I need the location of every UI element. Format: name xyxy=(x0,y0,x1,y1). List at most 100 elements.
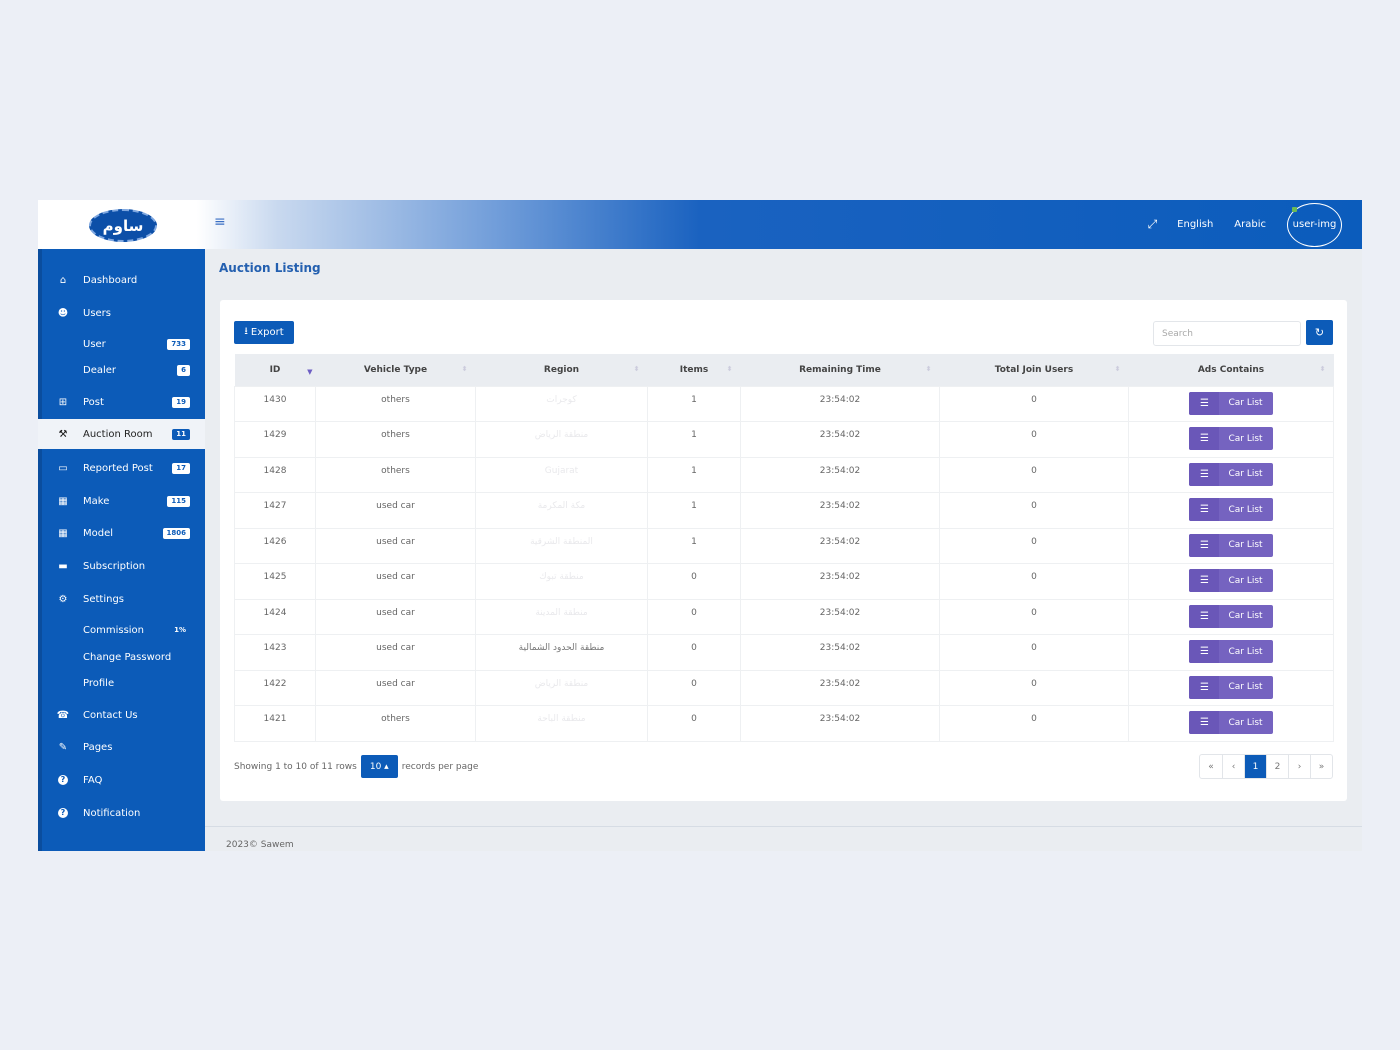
car-list-button[interactable]: ☰ Car List xyxy=(1189,675,1273,699)
car-list-button[interactable]: ☰ Car List xyxy=(1189,462,1273,486)
sidebar-item-notification[interactable]: ? Notification xyxy=(38,798,205,828)
sidebar-item-label: Contact Us xyxy=(83,709,138,721)
sidebar-item-label: User xyxy=(83,338,106,350)
page-button[interactable]: 2 xyxy=(1266,755,1288,778)
user-avatar[interactable]: user-img xyxy=(1287,202,1342,247)
table-row: 1424 used car منطقة المدينة 0 23:54:02 0 ☰ Car … xyxy=(234,598,1334,635)
list-icon: ☰ xyxy=(1189,604,1220,628)
cell-remaining: 23:54:02 xyxy=(740,669,940,706)
car-list-label: Car List xyxy=(1228,646,1263,657)
count-badge: 733 xyxy=(167,338,190,350)
logo[interactable]: ساوم xyxy=(89,209,157,242)
sidebar-item-auction-room[interactable]: ⚒ Auction Room 11 xyxy=(38,419,205,449)
sidebar-item-reported-post[interactable]: ▭ Reported Post 17 xyxy=(38,453,205,483)
car-list-button[interactable]: ☰ Car List xyxy=(1189,498,1273,521)
first-page-button[interactable]: « xyxy=(1200,755,1222,778)
next-page-button[interactable]: › xyxy=(1288,755,1310,778)
car-list-label: Car List xyxy=(1228,611,1263,621)
footer-divider xyxy=(205,826,1362,827)
cell-vehicle-type: used car xyxy=(315,634,476,671)
column-header[interactable]: Remaining Time ⬍ xyxy=(740,354,940,386)
language-english[interactable]: English xyxy=(1177,219,1213,230)
cell-joined: 0 xyxy=(939,563,1129,600)
cell-vehicle-type: used car xyxy=(315,492,476,529)
column-header[interactable]: ID ▼ xyxy=(234,354,316,386)
column-header[interactable]: Total Join Users ⬍ xyxy=(939,354,1129,386)
cell-remaining: 23:54:02 xyxy=(740,634,940,671)
car-list-button[interactable]: ☰ Car List xyxy=(1189,533,1273,557)
car-list-button[interactable]: ☰ Car List xyxy=(1189,711,1273,734)
cell-remaining: 23:54:02 xyxy=(740,705,940,742)
sort-icon[interactable]: ⬍ xyxy=(926,365,932,373)
cell-actions: ☰ Car List xyxy=(1128,598,1334,635)
table-row: 1426 used car المنطقة الشرقية 1 23:54:02 0 ☰ Ca… xyxy=(234,527,1334,564)
sort-icon[interactable]: ⬍ xyxy=(1320,365,1326,373)
sort-icon[interactable]: ⬍ xyxy=(634,365,640,373)
sidebar-item-contact-us[interactable]: ☎ Contact Us xyxy=(38,700,205,730)
cell-joined: 0 xyxy=(939,527,1129,564)
refresh-icon: ↻ xyxy=(1314,326,1325,339)
list-icon: ☰ xyxy=(1189,533,1220,557)
car-list-button[interactable]: ☰ Car List xyxy=(1189,640,1273,663)
sidebar-item-label: Reported Post xyxy=(83,462,153,474)
sidebar-item-post[interactable]: ⊞ Post 19 xyxy=(38,387,205,417)
per-page-suffix: records per page xyxy=(401,761,479,772)
gear-icon: ⚙ xyxy=(58,593,68,605)
sidebar-item-commission[interactable]: Commission 1% xyxy=(38,615,205,645)
cell-vehicle-type: others xyxy=(315,456,476,493)
column-header[interactable]: Vehicle Type ⬍ xyxy=(315,354,476,386)
cell-joined: 0 xyxy=(939,634,1129,671)
credit-card-icon: ▬ xyxy=(58,560,68,572)
list-icon: ☰ xyxy=(1189,569,1220,592)
sort-icon[interactable]: ⬍ xyxy=(727,365,733,373)
table-row: 1428 others Gujarat 1 23:54:02 0 ☰ Car List xyxy=(234,456,1334,493)
phone-icon: ☎ xyxy=(56,709,70,721)
sidebar-item-profile[interactable]: Profile xyxy=(38,668,205,698)
cell-region: منطقة المدينة xyxy=(475,598,648,635)
fullscreen-icon[interactable]: ⤢ xyxy=(1148,217,1158,232)
sidebar-item-model[interactable]: ▦ Model 1806 xyxy=(38,518,205,548)
sidebar-item-faq[interactable]: ? FAQ xyxy=(38,765,205,795)
sidebar-item-pages[interactable]: ✎ Pages xyxy=(38,732,205,762)
column-header[interactable]: Ads Contains ⬍ xyxy=(1128,354,1334,386)
sort-desc-icon[interactable]: ▼ xyxy=(307,368,312,376)
sidebar-item-label: Model xyxy=(83,527,114,539)
car-list-button[interactable]: ☰ Car List xyxy=(1189,604,1273,628)
car-list-button[interactable]: ☰ Car List xyxy=(1189,391,1273,415)
download-icon: ⭳ xyxy=(244,326,248,337)
list-icon: ☰ xyxy=(1189,462,1220,486)
hamburger-icon[interactable]: ≡ xyxy=(214,214,226,230)
sort-icon[interactable]: ⬍ xyxy=(462,365,468,373)
column-header[interactable]: Region ⬍ xyxy=(475,354,648,386)
sidebar-item-label: Profile xyxy=(83,677,115,689)
prev-page-button[interactable]: ‹ xyxy=(1222,755,1244,778)
sort-icon[interactable]: ⬍ xyxy=(1115,365,1121,373)
sidebar-item-dashboard[interactable]: ⌂ Dashboard xyxy=(38,265,205,295)
sidebar-item-subscription[interactable]: ▬ Subscription xyxy=(38,551,205,581)
last-page-button[interactable]: » xyxy=(1310,755,1332,778)
refresh-button[interactable]: ↻ xyxy=(1306,320,1333,345)
sidebar-item-users[interactable]: ☻ Users xyxy=(38,298,205,328)
language-arabic[interactable]: Arabic xyxy=(1234,219,1266,230)
export-button[interactable]: ⭳ Export xyxy=(234,321,294,344)
car-list-button[interactable]: ☰ Car List xyxy=(1189,569,1273,592)
count-badge: 115 xyxy=(167,495,190,507)
cell-vehicle-type: used car xyxy=(315,563,476,600)
sidebar-item-label: Commission xyxy=(83,624,145,636)
sidebar-item-settings[interactable]: ⚙ Settings xyxy=(38,584,205,614)
sidebar-item-dealer[interactable]: Dealer 6 xyxy=(38,355,205,385)
per-page-dropdown[interactable]: 10 ▴ xyxy=(360,755,398,778)
column-header[interactable]: Items ⬍ xyxy=(647,354,741,386)
car-list-label: Car List xyxy=(1228,540,1263,550)
table-row: 1425 used car منطقة تبوك 0 23:54:02 0 ☰ Car Lis… xyxy=(234,563,1334,600)
cell-joined: 0 xyxy=(939,598,1129,635)
top-bar: ساوم ≡ ⤢ English Arabic user-img xyxy=(38,200,1362,249)
search-input[interactable] xyxy=(1153,321,1301,346)
page-button[interactable]: 1 xyxy=(1244,755,1266,778)
cell-items: 0 xyxy=(647,669,741,706)
export-label: Export xyxy=(250,327,284,338)
listing-card: ⭳ Export ↻ ID ▼ Vehicle Type ⬍ Region ⬍ Items ⬍… xyxy=(220,300,1347,801)
car-list-button[interactable]: ☰ Car List xyxy=(1189,427,1273,450)
sidebar-item-make[interactable]: ▦ Make 115 xyxy=(38,486,205,516)
car-list-label: Car List xyxy=(1228,575,1263,586)
